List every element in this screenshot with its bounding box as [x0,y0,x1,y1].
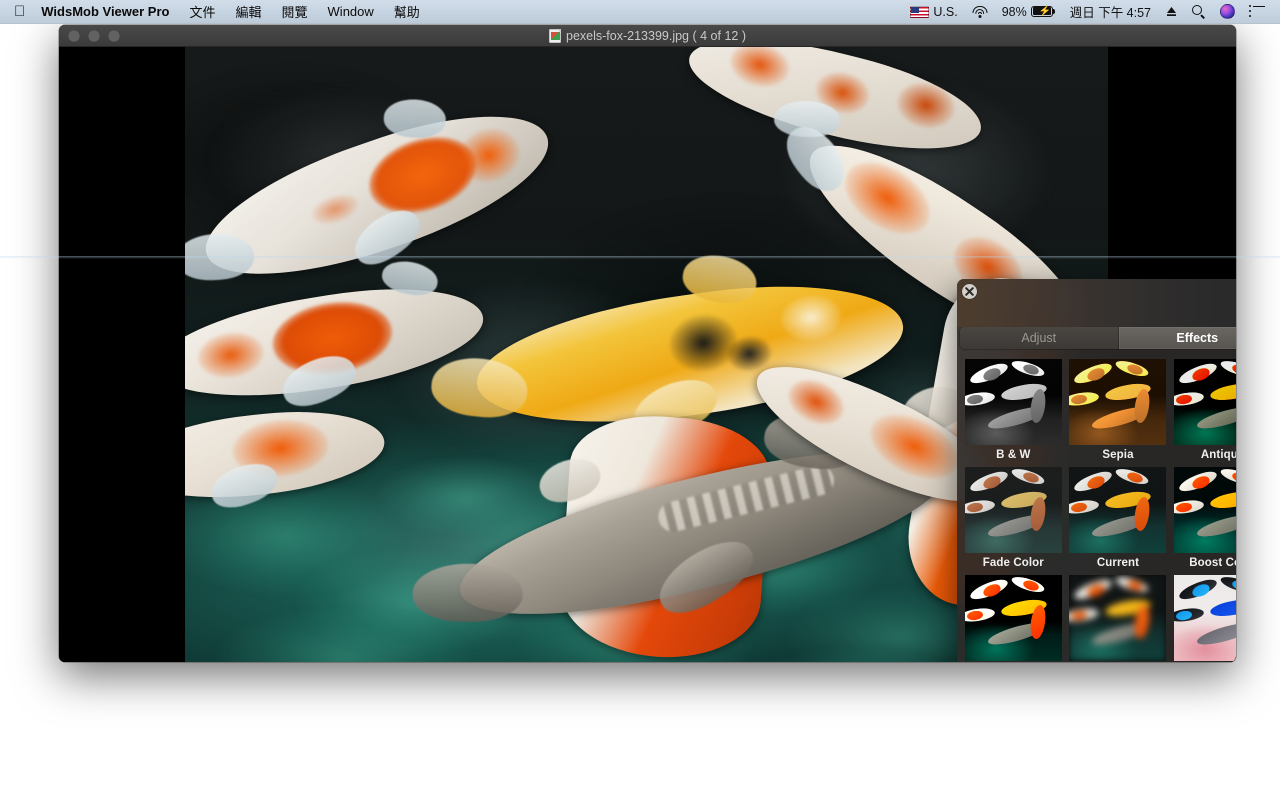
koi-fish [185,402,388,509]
desktop:  WidsMob Viewer Pro 文件 編輯 閱覽 Window 幫助 … [0,0,1280,800]
window-title: pexels-fox-213399.jpg ( 4 of 12 ) [566,29,746,43]
menu-bar-left:  WidsMob Viewer Pro 文件 編輯 閱覽 Window 幫助 [0,0,430,23]
thumbnail-image [965,359,1062,445]
us-flag-icon [910,6,929,18]
search-glyph [1192,5,1206,19]
effect-item-boost-color[interactable]: Boost Color [1170,463,1236,571]
effect-label: Antique [1201,449,1236,461]
effect-item-sepia[interactable]: Sepia [1066,355,1171,463]
effect-item-bw[interactable]: B & W [961,355,1066,463]
menu-item-file[interactable]: 文件 [179,0,225,23]
koi-fish-grey [447,418,959,646]
status-clock[interactable]: 週日 下午 4:57 [1063,0,1158,23]
effect-thumbnail[interactable] [1174,359,1236,445]
koi-fish [469,266,912,445]
battery-charging-icon: ⚡ [1031,6,1056,18]
wifi-icon [972,6,988,18]
menu-item-edit[interactable]: 編輯 [226,0,272,23]
menu-bar-status-area: U.S. 98% ⚡ 週日 下午 4:57 [903,0,1280,23]
effect-label: Fade Color [983,557,1044,569]
koi-fish [557,410,773,662]
panel-tabs: Adjust Effects [960,327,1236,349]
effect-item-antique[interactable]: Antique [1170,355,1236,463]
window-traffic-lights [59,30,120,42]
effect-thumbnail[interactable] [1174,467,1236,553]
effect-label: Sepia [1102,449,1133,461]
jpeg-document-icon [549,29,561,43]
close-x-glyph [965,287,974,296]
zoom-window-button[interactable] [108,30,120,42]
status-battery[interactable]: 98% ⚡ [995,0,1063,23]
menu-bar:  WidsMob Viewer Pro 文件 編輯 閱覽 Window 幫助 … [0,0,1280,24]
photo-viewport[interactable]: Adjust Effects [59,47,1236,662]
list-glyph [1249,6,1265,18]
effects-grid: B & W [957,349,1236,662]
menu-item-window[interactable]: Window [318,0,384,23]
status-input-source[interactable]: U.S. [903,0,964,23]
effect-label: Current [1097,557,1139,569]
thumbnail-image [1174,359,1236,445]
effects-panel[interactable]: Adjust Effects [957,279,1236,662]
effect-thumbnail[interactable] [1069,467,1166,553]
minimize-window-button[interactable] [88,30,100,42]
thumbnail-image [1174,467,1236,553]
effect-thumbnail[interactable] [1174,575,1236,661]
koi-fish [185,272,490,414]
app-window[interactable]: pexels-fox-213399.jpg ( 4 of 12 ) [59,25,1236,662]
effect-item-sharpen[interactable]: Sharpen [961,571,1066,662]
koi-fish [189,86,565,305]
effect-thumbnail[interactable] [965,575,1062,661]
eject-icon[interactable] [1158,0,1185,23]
siri-icon[interactable] [1213,0,1242,23]
tab-effects[interactable]: Effects [1118,327,1237,349]
siri-orb [1220,4,1235,19]
status-wifi[interactable] [965,0,995,23]
effect-item-blur[interactable]: Blur [1066,571,1171,662]
effect-item-fade-color[interactable]: Fade Color [961,463,1066,571]
notification-center-icon[interactable] [1242,0,1272,23]
effect-thumbnail[interactable] [965,467,1062,553]
effect-label: B & W [996,449,1030,461]
panel-close-icon[interactable] [962,284,977,299]
koi-fish [680,47,991,170]
thumbnail-image [1174,575,1236,661]
thumbnail-image [965,575,1062,661]
effect-item-color-invert[interactable]: Color Invert [1170,571,1236,662]
battery-percent-label: 98% [1002,5,1027,19]
tab-adjust[interactable]: Adjust [960,327,1118,349]
close-window-button[interactable] [68,30,80,42]
input-source-label: U.S. [933,5,957,19]
eject-glyph [1165,5,1178,18]
effects-panel-header [957,279,1236,327]
thumbnail-image [1069,359,1166,445]
effect-thumbnail[interactable] [1069,359,1166,445]
menu-item-help[interactable]: 幫助 [384,0,430,23]
menu-item-view[interactable]: 閱覽 [272,0,318,23]
thumbnail-image [1069,467,1166,553]
apple-logo-icon[interactable]:  [0,0,37,23]
effect-label: Boost Color [1189,557,1236,569]
menu-item-app-name[interactable]: WidsMob Viewer Pro [37,0,179,23]
thumbnail-image [1069,575,1166,661]
effect-item-current[interactable]: Current [1066,463,1171,571]
thumbnail-image [965,467,1062,553]
effect-thumbnail[interactable] [1069,575,1166,661]
effect-thumbnail[interactable] [965,359,1062,445]
window-titlebar[interactable]: pexels-fox-213399.jpg ( 4 of 12 ) [59,25,1236,47]
window-title-wrap: pexels-fox-213399.jpg ( 4 of 12 ) [59,25,1236,47]
spotlight-search-icon[interactable] [1185,0,1213,23]
